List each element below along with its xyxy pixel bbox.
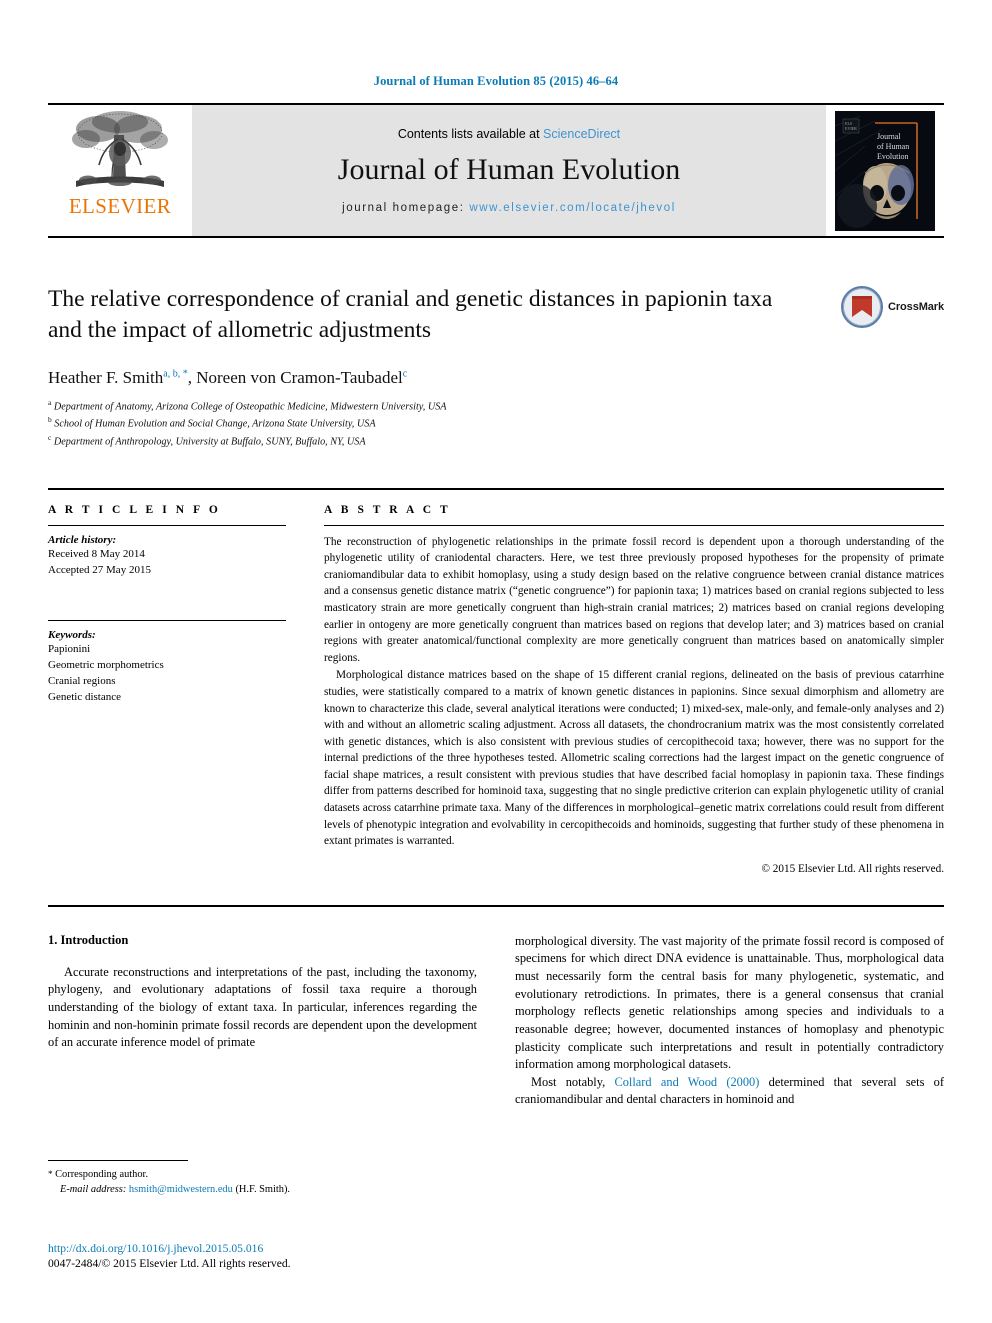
keywords-rule	[48, 619, 286, 621]
svg-text:Journal: Journal	[877, 132, 901, 141]
crossmark-badge-group[interactable]: CrossMark	[841, 286, 944, 328]
article-header: CrossMark The relative correspondence of…	[48, 284, 944, 450]
keyword-item: Cranial regions	[48, 675, 116, 688]
article-info-rule	[48, 524, 286, 526]
affiliation-marker: a	[48, 397, 52, 407]
abstract-paragraph: Morphological distance matrices based on…	[324, 669, 944, 848]
doi-block: http://dx.doi.org/10.1016/j.jhevol.2015.…	[48, 1242, 508, 1270]
svg-text:of Human: of Human	[877, 142, 909, 151]
article-info-column: A R T I C L E I N F O Article history: R…	[48, 504, 286, 875]
article-history-label: Article history:	[48, 533, 117, 546]
crossmark-label: CrossMark	[888, 301, 944, 313]
author-2-affiliation-markers: c	[402, 367, 408, 379]
body-paragraph: morphological diversity. The vast majori…	[515, 933, 944, 1072]
contents-available-line: Contents lists available at ScienceDirec…	[398, 127, 620, 141]
email-label: E-mail address:	[60, 1184, 127, 1196]
author-1-affiliation-markers: a, b, *	[163, 367, 188, 379]
journal-title: Journal of Human Evolution	[337, 153, 681, 187]
keyword-item: Papionini	[48, 642, 91, 655]
journal-cover-art: ELS EVIER Journal of Human Evolution	[835, 110, 935, 231]
corresponding-author-marker: *	[48, 1169, 53, 1179]
article-info-heading: A R T I C L E I N F O	[48, 503, 221, 516]
affiliation-text: School of Human Evolution and Social Cha…	[54, 418, 376, 430]
page-title: The relative correspondence of cranial a…	[48, 286, 773, 344]
doi-link[interactable]: http://dx.doi.org/10.1016/j.jhevol.2015.…	[48, 1242, 508, 1255]
corresponding-author-text: Corresponding author.	[55, 1169, 149, 1180]
journal-masthead: ELSEVIER Contents lists available at Sci…	[48, 103, 944, 238]
journal-cover-thumbnail: ELS EVIER Journal of Human Evolution	[835, 110, 935, 231]
contents-prefix: Contents lists available at	[397, 127, 544, 142]
affiliation-list: a Department of Anatomy, Arizona College…	[48, 397, 944, 450]
abstract-copyright: © 2015 Elsevier Ltd. All rights reserved…	[761, 862, 945, 875]
author-name-2: , Noreen von Cramon-Taubadel	[187, 367, 403, 387]
running-head: Journal of Human Evolution 85 (2015) 46–…	[373, 74, 619, 88]
affiliation-item: a Department of Anatomy, Arizona College…	[48, 397, 944, 415]
body-paragraph: Accurate reconstructions and interpretat…	[48, 964, 477, 1050]
paragraph-text-before-citation: Most notably,	[531, 1074, 615, 1089]
article-received-date: Received 8 May 2014	[48, 547, 145, 560]
body-columns: 1. Introduction Accurate reconstructions…	[48, 933, 944, 1109]
article-accepted-date: Accepted 27 May 2015	[48, 563, 151, 576]
elsevier-logo-block: ELSEVIER	[48, 105, 192, 236]
elsevier-wordmark: ELSEVIER	[68, 194, 172, 218]
journal-homepage-line: journal homepage: www.elsevier.com/locat…	[342, 202, 676, 214]
keyword-item: Geometric morphometrics	[48, 659, 164, 672]
body-column-left: 1. Introduction Accurate reconstructions…	[48, 933, 477, 1109]
affiliation-item: b School of Human Evolution and Social C…	[48, 414, 944, 432]
email-link[interactable]: hsmith@midwestern.edu	[129, 1184, 233, 1195]
body-paragraph-with-citation: Most notably, Collard and Wood (2000) de…	[515, 1074, 944, 1109]
affiliation-marker: b	[48, 415, 52, 425]
abstract-paragraph: The reconstruction of phylogenetic relat…	[324, 535, 944, 664]
elsevier-tree-icon	[72, 111, 168, 187]
abstract-rule	[324, 524, 944, 526]
svg-text:EVIER: EVIER	[845, 126, 857, 131]
crossmark-icon	[841, 286, 884, 328]
citation-link-collard-wood-2000[interactable]: Collard and Wood (2000)	[614, 1075, 759, 1089]
info-abstract-region: A R T I C L E I N F O Article history: R…	[48, 487, 944, 875]
homepage-prefix: journal homepage:	[342, 201, 470, 214]
body-separator-rule	[48, 904, 944, 907]
affiliation-text: Department of Anthropology, University a…	[53, 436, 366, 448]
email-note: E-mail address: hsmith@midwestern.edu (H…	[48, 1182, 480, 1197]
journal-cover-block: ELS EVIER Journal of Human Evolution	[826, 105, 944, 236]
affiliation-text: Department of Anatomy, Arizona College o…	[53, 400, 447, 412]
footnote-area: * Corresponding author. E-mail address: …	[48, 1160, 480, 1197]
paper-page: Journal of Human Evolution 85 (2015) 46–…	[0, 0, 992, 1323]
email-owner: (H.F. Smith).	[235, 1184, 291, 1196]
sciencedirect-link[interactable]: ScienceDirect	[543, 127, 620, 141]
section-heading-introduction: 1. Introduction	[48, 932, 129, 947]
affiliation-marker: c	[48, 432, 52, 442]
keyword-item: Genetic distance	[48, 691, 121, 704]
corresponding-author-note: * Corresponding author.	[48, 1167, 480, 1182]
author-list: Heather F. Smitha, b, *, Noreen von Cram…	[48, 368, 944, 388]
abstract-column: A B S T R A C T The reconstruction of ph…	[324, 504, 944, 875]
keywords-block: Keywords: Papionini Geometric morphometr…	[48, 619, 286, 706]
author-name-1: Heather F. Smith	[48, 367, 164, 387]
affiliation-item: c Department of Anthropology, University…	[48, 432, 944, 450]
journal-banner: Contents lists available at ScienceDirec…	[192, 105, 826, 236]
abstract-heading: A B S T R A C T	[324, 503, 451, 516]
issn-copyright-line: 0047-2484/© 2015 Elsevier Ltd. All right…	[48, 1257, 291, 1270]
keywords-label: Keywords:	[48, 628, 96, 641]
footnote-divider	[48, 1160, 188, 1161]
svg-text:Evolution: Evolution	[877, 152, 909, 161]
body-column-right: morphological diversity. The vast majori…	[515, 933, 944, 1109]
homepage-url-link[interactable]: www.elsevier.com/locate/jhevol	[469, 202, 676, 214]
